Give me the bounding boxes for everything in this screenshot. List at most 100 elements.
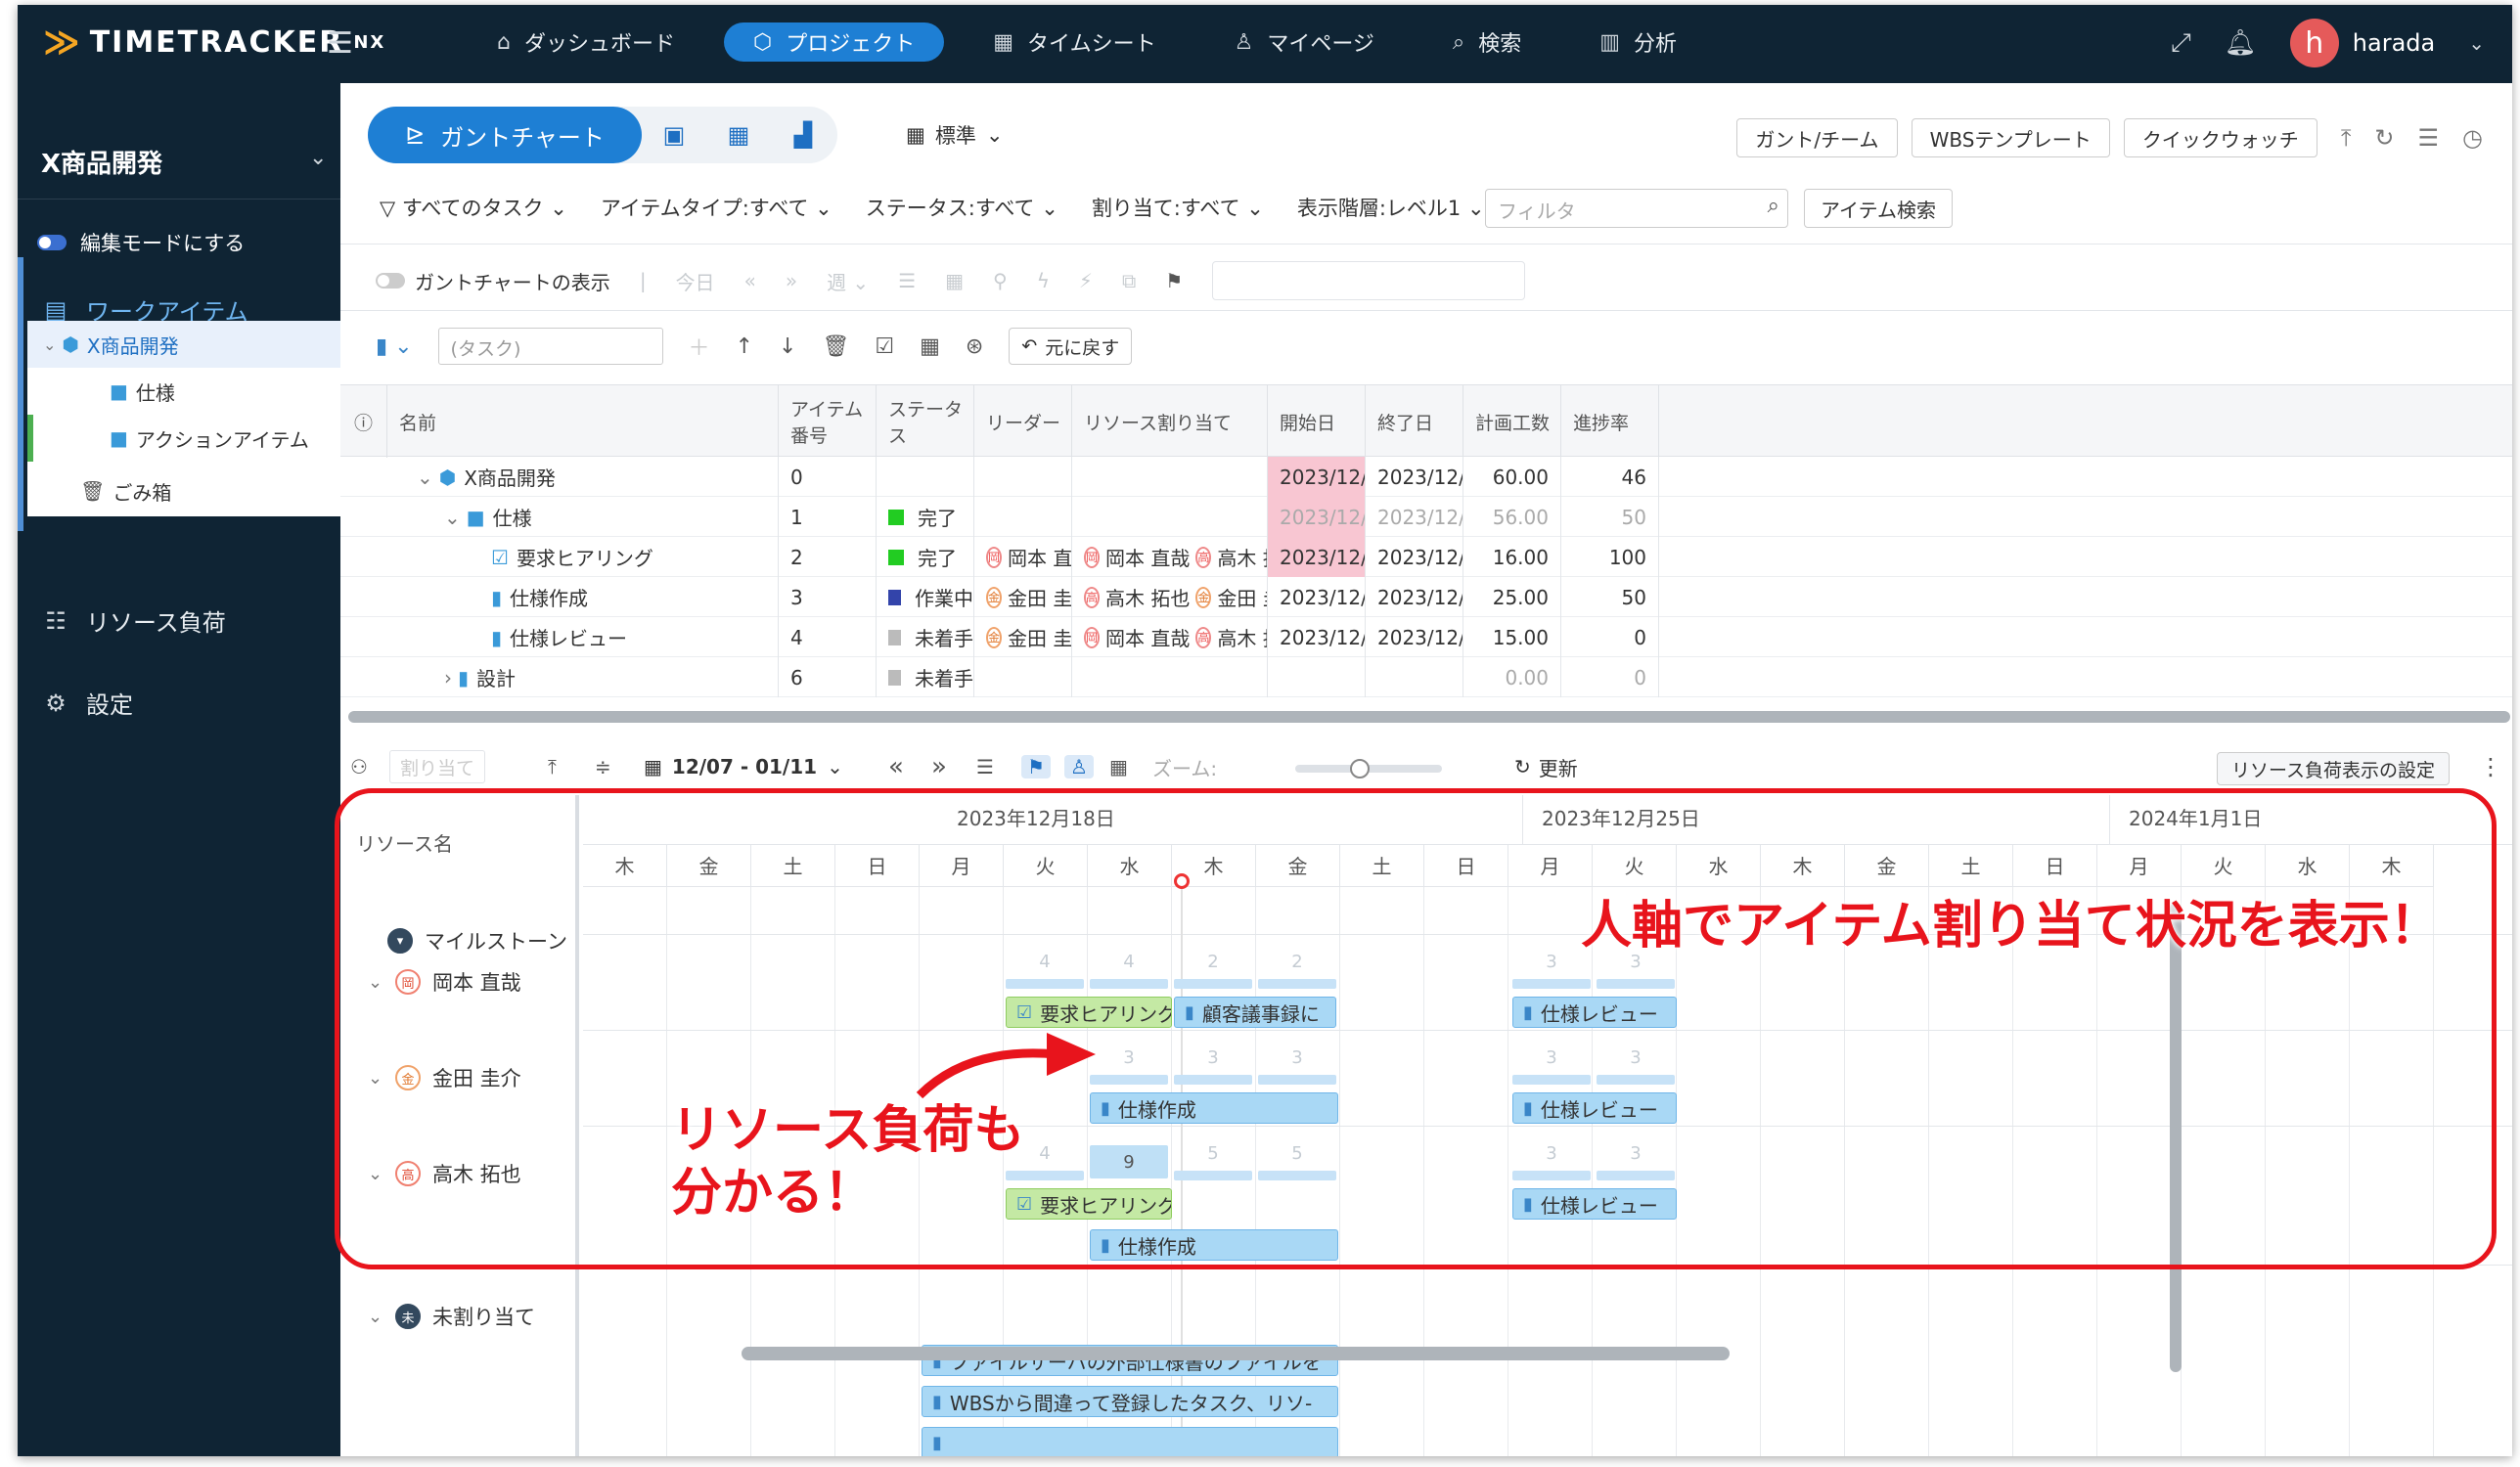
hamburger-menu-icon[interactable]: ☰ [327,26,353,61]
bell-icon[interactable]: 🔔︎ [2225,28,2257,58]
zoom-slider-handle[interactable] [1350,759,1370,778]
cell-end[interactable]: 2023/12/22 [1366,577,1463,617]
filter-assign[interactable]: 割り当て:すべて ⌄ [1092,193,1264,222]
project-name[interactable]: X商品開発 [41,144,162,180]
cell-start[interactable]: 2023/12/19 [1268,537,1366,577]
col-progress[interactable]: 進捗率 [1561,385,1659,458]
cell-leader[interactable] [974,497,1072,537]
col-effort[interactable]: 計画工数 [1463,385,1561,458]
filter-all-tasks[interactable]: ▽ すべてのタスク ⌄ [380,193,567,222]
filter-status[interactable]: ステータス:すべて ⌄ [866,193,1058,222]
double-left-icon[interactable]: « [744,269,756,292]
expand-icon[interactable]: ⤢ [2171,28,2191,59]
calendar-icon[interactable]: ▦ [706,121,771,149]
cell-progress[interactable]: 100 [1561,537,1659,577]
assign-button[interactable]: 割り当て [389,750,486,783]
gantt-display-toggle[interactable]: ガントチャートの表示 [376,267,610,295]
cell-end[interactable] [1366,657,1463,697]
table-row[interactable]: ☑要求ヒアリング2完了岡岡本 直哉岡岡本 直哉高高木 拓也2023/12/192… [340,537,2512,577]
cell-item-no[interactable]: 3 [779,577,877,617]
cell-status[interactable]: 完了 [877,537,974,577]
nav-project[interactable]: ⬡ プロジェクト [723,22,945,62]
chevron-icon[interactable]: ⌄ [444,506,461,529]
cell-leader[interactable]: 岡岡本 直哉 [974,537,1072,577]
chart-icon[interactable]: ▟ [771,121,835,149]
list-icon[interactable]: ☰ [976,755,994,778]
trash-icon[interactable]: 🗑︎ [822,334,849,359]
filter-input[interactable]: フィルタ ⌕ [1485,189,1788,228]
list-menu-icon[interactable]: ☰ [2418,124,2440,152]
col-start[interactable]: 開始日 [1268,385,1366,458]
gantt-view-button[interactable]: ⊵ ガントチャート [368,107,642,163]
table-row[interactable]: ▮仕様作成3作業中金金田 圭介高高木 拓也金金田 圭介2023/12/20202… [340,577,2512,617]
cell-start[interactable] [1268,657,1366,697]
cell-leader[interactable]: 金金田 圭介 [974,617,1072,657]
bar-unassigned-3[interactable]: ▮ [922,1427,1338,1456]
table-row[interactable]: ⌄ ⬢ X商品開発 0 2023/12/182023/12/2660.0046 [340,457,2512,497]
nav-timesheet[interactable]: ▦ タイムシート [964,22,1185,62]
resource-settings-icon[interactable]: ⚇ [350,755,368,778]
double-right-icon[interactable]: » [786,269,797,292]
cell-assign[interactable]: 高高木 拓也金金田 圭介 [1072,577,1268,617]
cell-status[interactable]: 作業中 [877,577,974,617]
sidebar-item-settings[interactable]: ⚙ 設定 [43,686,133,720]
cell-end[interactable]: 2023/12/26 [1366,457,1463,497]
bar-unassigned-2[interactable]: ▮ WBSから間違って登録したタスク、リソ- [922,1386,1338,1417]
col-item-no[interactable]: アイテム番号 [779,385,877,458]
calendar-x-icon[interactable]: ▦ [1109,755,1128,778]
col-status[interactable]: ステータス [877,385,974,458]
info-icon[interactable]: ⓘ [340,385,387,458]
person-off-icon[interactable]: ♙ [1064,755,1094,778]
undo-button[interactable]: ↶ 元に戻す [1009,328,1133,365]
gantt-team-button[interactable]: ガント/チーム [1736,118,1898,157]
cell-effort[interactable]: 25.00 [1463,577,1561,617]
refresh-button[interactable]: ↻ 更新 [1514,753,1578,781]
cell-assign[interactable] [1072,497,1268,537]
wbs-template-button[interactable]: WBSテンプレート [1911,118,2110,157]
cell-item-no[interactable]: 1 [779,497,877,537]
table-row[interactable]: ▮ 仕様レビュー 4 未着手金金田 圭介岡岡本 直哉高高木 拓也2023/12/252… [340,617,2512,657]
user-avatar[interactable]: h [2289,19,2339,67]
search-icon[interactable]: ⌕ [1768,194,1779,218]
cell-effort[interactable]: 56.00 [1463,497,1561,537]
cell-item-no[interactable]: 2 [779,537,877,577]
cell-name[interactable]: ▮ 仕様レビュー [387,617,779,657]
cell-effort[interactable]: 16.00 [1463,537,1561,577]
cell-start[interactable]: 2023/12/25 [1268,617,1366,657]
cell-assign[interactable] [1072,457,1268,497]
cell-status[interactable]: 未着手 [877,617,974,657]
cell-start[interactable]: 2023/12/19 [1268,497,1366,537]
arrow-down-icon[interactable]: ↓ [779,334,796,359]
cell-progress[interactable]: 50 [1561,497,1659,537]
user-name[interactable]: harada [2353,29,2435,57]
collapse-top-icon[interactable]: ⤒ [548,755,557,778]
nav-search[interactable]: ⌕ 検索 [1423,22,1551,62]
baseline-dropdown[interactable] [1212,261,1526,300]
double-left-icon[interactable]: « [888,752,904,781]
cell-name[interactable]: ☑ 要求ヒアリング [387,537,779,577]
refresh-icon[interactable]: ↻ [2374,124,2394,152]
week-select[interactable]: 週 ⌄ [827,267,869,295]
toggle-switch[interactable] [37,235,67,250]
chevron-icon[interactable]: › [444,666,452,689]
date-range[interactable]: ▦ 12/07 - 01/11 ⌄ [644,755,843,778]
chevron-down-icon[interactable]: ⌄ [2468,31,2485,55]
cell-item-no[interactable]: 4 [779,617,877,657]
cell-effort[interactable]: 15.00 [1463,617,1561,657]
cell-assign[interactable]: 岡岡本 直哉高高木 拓也 [1072,617,1268,657]
item-search-button[interactable]: アイテム検索 [1804,189,1953,228]
tree-item-project[interactable]: ⌄ ⬢ X商品開発 [27,321,340,368]
toggle-switch[interactable] [376,273,405,289]
sidebar-item-resource-load[interactable]: ☷ リソース負荷 [43,603,226,638]
calendar-icon[interactable]: ▦ [945,269,964,292]
search-settings-icon[interactable]: ⊛ [966,334,983,359]
copy-icon[interactable]: ⧉ [1122,269,1136,292]
cell-progress[interactable]: 0 [1561,617,1659,657]
col-assign[interactable]: リソース割り当て [1072,385,1268,458]
nav-dashboard[interactable]: ⌂ ダッシュボード [468,22,704,62]
cell-leader[interactable]: 金金田 圭介 [974,577,1072,617]
edit-mode-toggle[interactable]: 編集モードにする [37,228,245,257]
clock-icon[interactable]: ◷ [2462,124,2483,152]
tree-item-trash[interactable]: 🗑︎ ごみ箱 [27,467,340,514]
cell-name[interactable]: ▮ 仕様作成 [387,577,779,617]
